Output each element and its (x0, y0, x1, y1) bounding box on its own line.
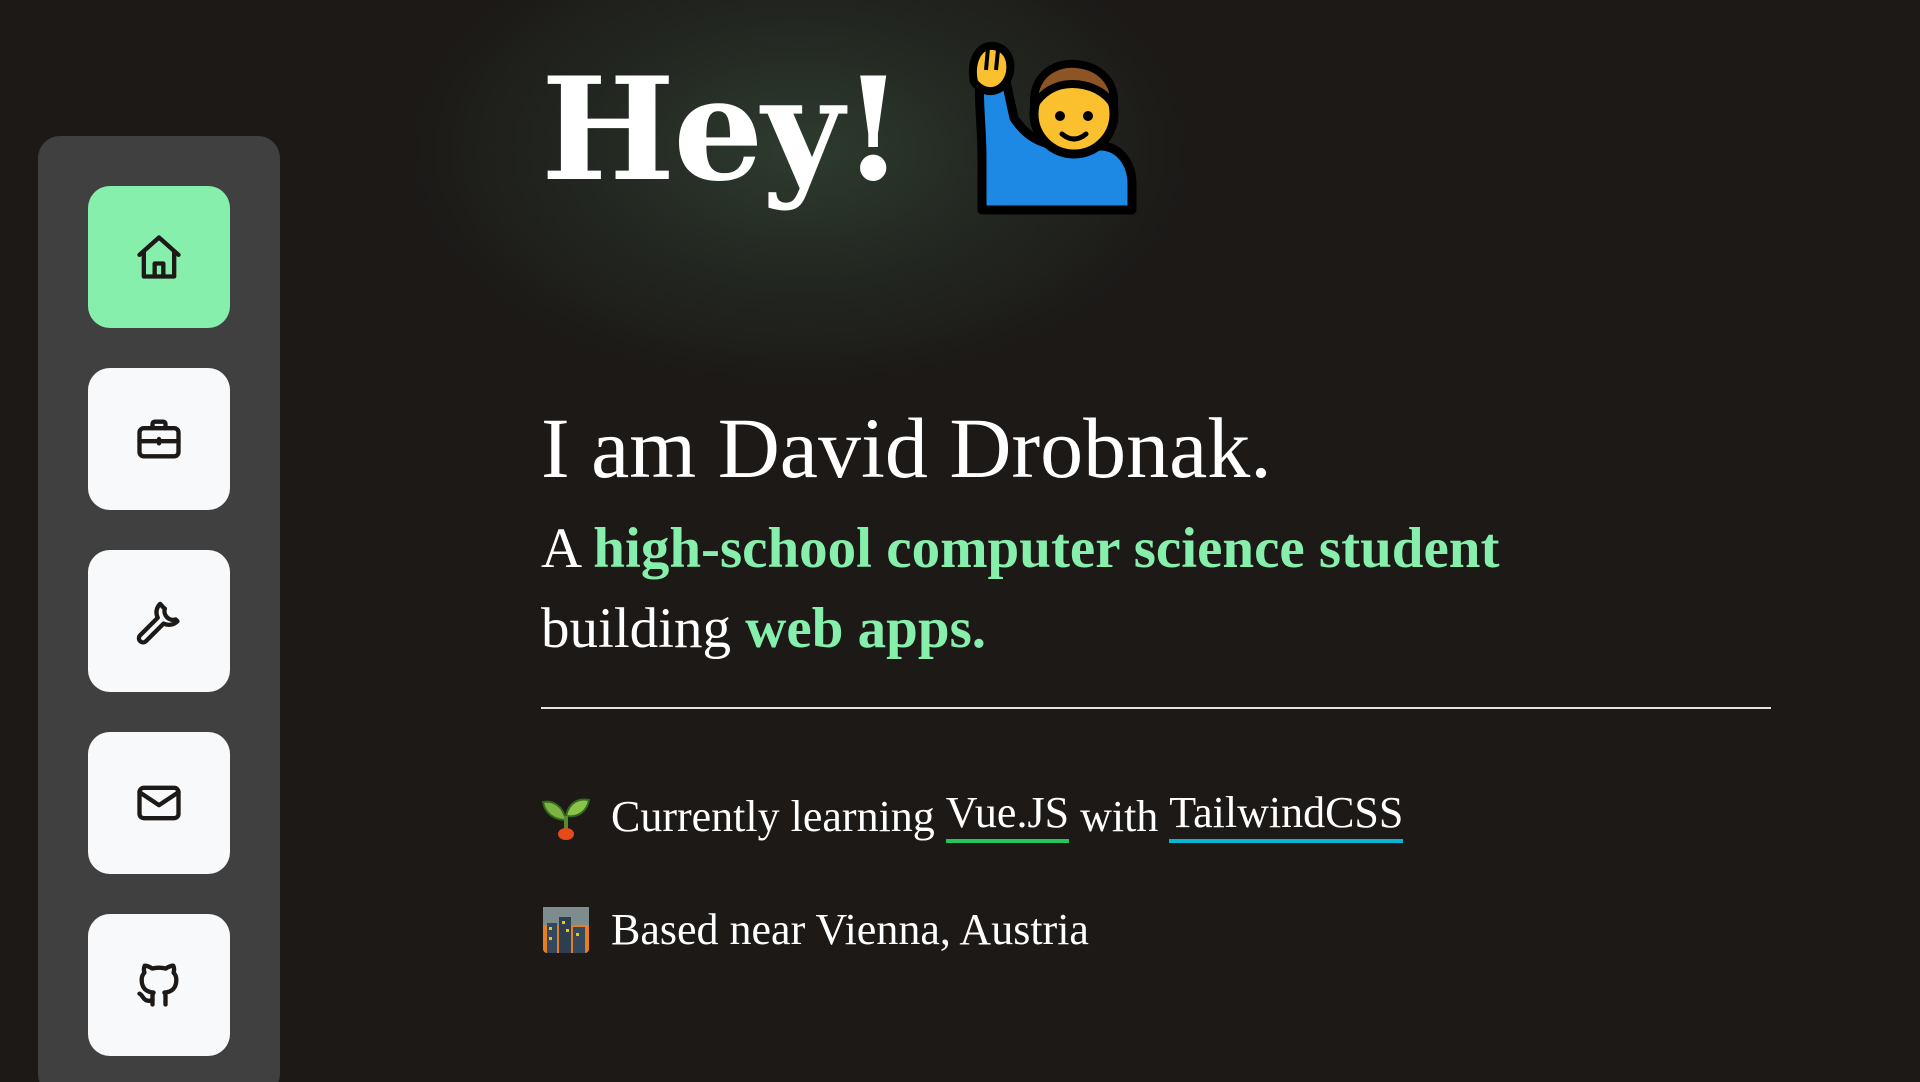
mail-icon (137, 785, 181, 821)
home-icon (137, 235, 181, 279)
fact-location: Based near Vienna, Austria (541, 905, 1771, 955)
sidebar-nav (38, 136, 280, 1082)
fact-learning-prefix: Currently learning (611, 792, 946, 841)
nav-contact-button[interactable] (88, 732, 230, 874)
briefcase-icon (137, 419, 181, 459)
nav-tools-button[interactable] (88, 550, 230, 692)
main-content: Hey! I am David Drobnak. A high-school c… (541, 40, 1771, 955)
section-divider (541, 707, 1771, 709)
seedling-icon (541, 798, 591, 840)
nav-github-button[interactable] (88, 914, 230, 1056)
fact-location-text: Based near Vienna, Austria (611, 905, 1089, 954)
tagline-highlight-role: high-school computer science student (593, 517, 1500, 580)
tagline-prefix: A (541, 517, 594, 580)
raising-hand-man-icon (969, 41, 1137, 215)
nav-home-button[interactable] (88, 186, 230, 328)
cityscape-icon (543, 907, 589, 953)
tagline-middle: building (541, 597, 746, 660)
tagline-highlight-work: web apps. (745, 597, 987, 660)
vuejs-link[interactable]: Vue.JS (945, 791, 1070, 843)
page: Hey! I am David Drobnak. A high-school c… (0, 0, 1920, 1082)
intro-heading: I am David Drobnak. (541, 400, 1272, 496)
greeting-row: Hey! (541, 40, 1771, 220)
fact-learning: Currently learning Vue.JS with TailwindC… (541, 791, 1771, 843)
tagline: A high-school computer science student bu… (541, 509, 1771, 669)
github-icon (137, 963, 179, 1007)
wrench-icon (136, 601, 180, 645)
nav-projects-button[interactable] (88, 368, 230, 510)
tailwindcss-link[interactable]: TailwindCSS (1169, 791, 1404, 843)
greeting-title: Hey! (541, 47, 904, 213)
fact-learning-middle: with (1069, 792, 1170, 841)
